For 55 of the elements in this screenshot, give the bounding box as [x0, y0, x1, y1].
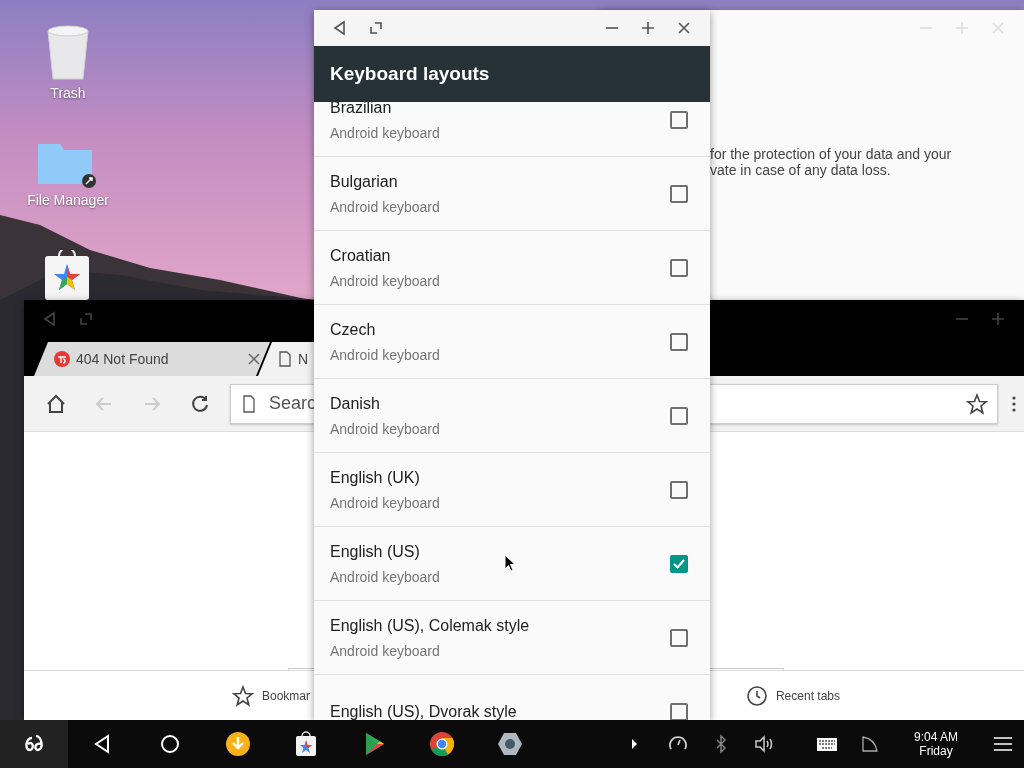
back-icon[interactable]	[332, 20, 348, 36]
page-icon	[242, 394, 256, 413]
layout-name: English (US), Dvorak style	[330, 701, 517, 720]
layout-subtitle: Android keyboard	[330, 567, 440, 587]
checkbox[interactable]	[670, 258, 688, 277]
close-icon[interactable]	[676, 20, 692, 36]
layout-name: English (UK)	[330, 467, 421, 488]
clock-icon	[745, 684, 768, 707]
volume-icon[interactable]	[752, 733, 775, 755]
layout-name: Danish	[330, 393, 381, 414]
trash-icon[interactable]	[45, 25, 91, 81]
checkbox[interactable]	[670, 628, 688, 647]
layout-subtitle: Android keyboard	[330, 123, 440, 143]
star-icon	[232, 684, 254, 707]
layout-name: Bulgarian	[330, 171, 399, 192]
clock-time[interactable]: 9:04 AM	[891, 730, 981, 744]
chrome-icon[interactable]	[428, 730, 456, 758]
mouse-cursor-icon	[504, 554, 516, 572]
layout-name: English (US), Colemak style	[330, 615, 530, 636]
layout-subtitle: Android keyboard	[330, 271, 440, 291]
layout-subtitle: Android keyboard	[330, 493, 440, 513]
download-icon[interactable]	[224, 730, 252, 758]
layout-name: English (US)	[330, 541, 421, 562]
layout-subtitle: Android keyboard	[330, 345, 440, 365]
keyboard-layouts-dialog[interactable]	[314, 10, 710, 720]
layout-subtitle: Android keyboard	[330, 641, 441, 661]
clock-day[interactable]: Friday	[891, 744, 981, 758]
checkbox[interactable]	[670, 332, 688, 351]
checkbox[interactable]	[670, 554, 688, 573]
window-title: Keyboard layouts	[314, 46, 710, 102]
layout-name: Croatian	[330, 245, 392, 266]
close-icon[interactable]	[248, 353, 260, 365]
gear-icon[interactable]	[496, 730, 524, 758]
layout-subtitle: Android keyboard	[330, 419, 440, 439]
checkbox[interactable]	[670, 184, 688, 203]
layout-name: Czech	[330, 319, 377, 340]
body-text-line: vate in case of any data loss.	[710, 162, 892, 178]
browser-tab[interactable]: 404 Not Found	[34, 342, 270, 376]
maximize-icon[interactable]	[640, 20, 656, 36]
tab-title: 404 Not Found	[76, 349, 169, 369]
layout-subtitle: Android keyboard	[330, 197, 440, 217]
more-menu-icon[interactable]	[1012, 394, 1016, 413]
favicon-icon	[54, 351, 70, 367]
checkbox[interactable]	[670, 480, 688, 499]
home-icon[interactable]	[45, 392, 67, 415]
resize-icon[interactable]	[368, 20, 384, 36]
page-icon	[278, 351, 292, 367]
body-text-line: for the protection of your data and your	[710, 146, 953, 162]
bottom-bar-link[interactable]: Recent tabs	[745, 684, 840, 707]
checkbox[interactable]	[670, 110, 688, 129]
star-icon[interactable]	[966, 392, 988, 415]
tab-title: N	[298, 349, 309, 369]
checkbox[interactable]	[670, 406, 688, 425]
bottom-bar-link[interactable]: Bookmar	[232, 684, 311, 707]
os-logo-icon[interactable]	[22, 734, 46, 754]
